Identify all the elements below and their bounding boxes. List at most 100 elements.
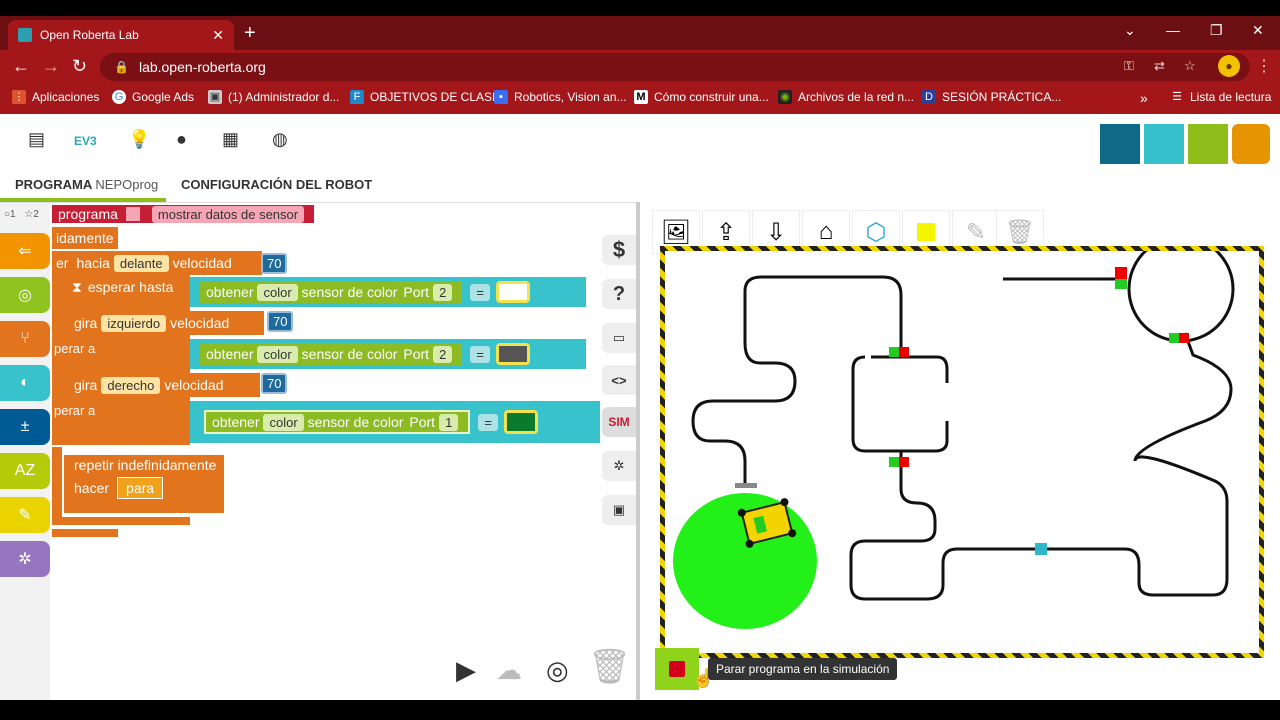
break-block[interactable]: para [117, 477, 164, 499]
compare-block-3[interactable]: obtener color sensor de color Port 1 = [190, 401, 600, 443]
forever-block[interactable]: idamente [52, 227, 118, 249]
robot-tool[interactable]: ▣ [602, 495, 636, 525]
globe-icon[interactable]: ◍ [272, 129, 288, 150]
tab-configuracion[interactable]: CONFIGURACIÓN DEL ROBOT [181, 177, 372, 192]
star-icon[interactable]: ☆ [1184, 58, 1196, 74]
colour-gray-chip[interactable] [495, 343, 530, 365]
document-icon[interactable]: ▤ [28, 129, 45, 150]
debug-tool[interactable]: ✲ [602, 451, 636, 481]
colour-green-chip[interactable] [503, 410, 538, 434]
port-dropdown[interactable]: 2 [433, 345, 453, 363]
turn-left-block[interactable]: gira izquierdo velocidad [64, 311, 264, 335]
code-tool[interactable]: <> [602, 365, 636, 395]
tab-programa[interactable]: PROGRAMA NEPOprog [15, 177, 158, 192]
turn-direction-dropdown[interactable]: izquierdo [101, 314, 167, 332]
compare-block-2[interactable]: obtener color sensor de color Port 2 = [190, 339, 586, 369]
sim-label: SIM [608, 415, 630, 429]
bookmarks-overflow[interactable]: » [1140, 90, 1148, 106]
drive-block[interactable]: er hacia delante velocidad [52, 251, 262, 275]
speed-value[interactable]: 70 [258, 253, 290, 274]
variables-tool[interactable]: $ [602, 235, 636, 265]
turn-speed-value-2[interactable]: 70 [258, 373, 290, 394]
bookmark-apps[interactable]: ⋮ Aplicaciones [12, 90, 99, 104]
compare-block-1[interactable]: obtener color sensor de color Port 2 = [190, 277, 586, 307]
run-icon[interactable]: ▶ [456, 655, 476, 686]
sim-tool[interactable]: SIM [602, 407, 636, 437]
port-dropdown[interactable]: 2 [433, 283, 453, 301]
back-icon[interactable]: ← [12, 56, 30, 77]
speed-number[interactable]: 70 [261, 373, 288, 394]
action-icon: ⇐ [18, 243, 32, 260]
bookmark-google-ads[interactable]: G Google Ads [112, 90, 194, 104]
user-icon[interactable]: ● [176, 129, 187, 150]
ev3-button[interactable]: EV3 [74, 134, 97, 148]
toolbox-counter-right: ☆2 [24, 209, 39, 220]
colour-white-chip[interactable] [495, 281, 530, 303]
operator-dropdown[interactable]: = [470, 345, 490, 363]
wait-until-block[interactable]: ⧗ esperar hasta [52, 275, 190, 445]
close-window-icon[interactable]: ✕ [1252, 22, 1264, 39]
block-label: gira [74, 315, 98, 331]
category-action[interactable]: ⇐ [0, 233, 50, 269]
sensor-mode-dropdown[interactable]: color [257, 283, 298, 301]
bookmark-nvidia[interactable]: ◉ Archivos de la red n... [778, 90, 914, 104]
address-bar[interactable]: 🔒 lab.open-roberta.org [100, 53, 1250, 81]
new-tab-icon[interactable]: + [244, 23, 256, 43]
close-tab-icon[interactable]: ✕ [212, 27, 224, 44]
bookmark-sesion[interactable]: D SESIÓN PRÁCTICA... [922, 90, 1061, 104]
tab-programa-label: PROGRAMA [15, 177, 92, 192]
get-sensor-block-2[interactable]: obtener color sensor de color Port 2 [200, 343, 463, 365]
bookmark-label: Cómo construir una... [654, 90, 769, 104]
bookmark-objetivos[interactable]: F OBJETIVOS DE CLASE [350, 90, 500, 104]
sensor-mode-dropdown[interactable]: color [257, 345, 298, 363]
category-math[interactable]: ± [0, 409, 50, 445]
turn-speed-value[interactable]: 70 [264, 311, 296, 332]
marker-green [1115, 279, 1127, 289]
key-icon[interactable]: ⚿ [1124, 58, 1134, 74]
program-start-block[interactable]: programa mostrar datos de sensor [52, 205, 315, 223]
turn-direction-dropdown[interactable]: derecho [101, 376, 161, 394]
forward-icon[interactable]: → [42, 56, 60, 77]
operator-dropdown[interactable]: = [478, 413, 498, 431]
speed-number[interactable]: 70 [261, 253, 288, 274]
port-dropdown[interactable]: 1 [439, 413, 459, 431]
reading-list[interactable]: ☰ Lista de lectura [1170, 90, 1271, 104]
lock-icon[interactable]: 🔒 [114, 60, 129, 74]
lightbulb-icon[interactable]: 💡 [128, 129, 150, 150]
bookmark-medium[interactable]: M Cómo construir una... [634, 90, 769, 104]
category-colour[interactable]: ✎ [0, 497, 50, 533]
bookmark-admin[interactable]: ▣ (1) Administrador d... [208, 90, 339, 104]
zoom-icon[interactable]: ◎ [546, 655, 569, 686]
category-sensors[interactable]: ◎ [0, 277, 50, 313]
bookmark-robotics[interactable]: ▪ Robotics, Vision an... [494, 90, 627, 104]
category-logic[interactable]: ◐ [0, 365, 50, 401]
reload-icon[interactable]: ↻ [72, 56, 87, 77]
menu-icon[interactable]: ⋮ [1256, 56, 1272, 76]
restore-icon[interactable]: ❐ [1210, 22, 1223, 39]
tab-search-icon[interactable]: ⌄ [1124, 22, 1136, 39]
help-tool[interactable]: ? [602, 279, 636, 309]
category-control[interactable]: ⑂ [0, 321, 50, 357]
upload-cloud-icon[interactable]: ☁ [496, 655, 522, 686]
comment-tool[interactable]: ▭ [602, 323, 636, 353]
browser-tab[interactable]: Open Roberta Lab ✕ [8, 20, 234, 50]
turn-right-block[interactable]: gira derecho velocidad [64, 373, 260, 397]
simulation-stage[interactable] [660, 235, 1264, 658]
minimize-icon[interactable]: — [1166, 22, 1180, 38]
workspace-trash-icon[interactable]: 🗑 [588, 647, 631, 687]
category-variables[interactable]: ✲ [0, 541, 50, 577]
operator-dropdown[interactable]: = [470, 283, 490, 301]
get-sensor-block-1[interactable]: obtener color sensor de color Port 2 [200, 281, 463, 303]
grid-icon[interactable]: ▦ [222, 129, 239, 150]
profile-avatar[interactable]: ● [1218, 55, 1240, 77]
repeat-forever-block[interactable]: repetir indefinidamente hacer para [64, 455, 224, 505]
marker-red [899, 347, 909, 357]
blockly-workspace[interactable]: ○1 ☆2 ⇐ ◎ ⑂ ◐ ± AZ ✎ ✲ programa mostrar … [0, 202, 636, 703]
sensor-mode-dropdown[interactable]: color [263, 413, 304, 431]
category-text[interactable]: AZ [0, 453, 50, 489]
direction-dropdown[interactable]: delante [113, 254, 169, 272]
get-sensor-block-3[interactable]: obtener color sensor de color Port 1 [204, 410, 471, 434]
checkbox-icon[interactable] [125, 207, 140, 221]
translate-icon[interactable]: ⇄ [1154, 58, 1165, 74]
speed-number[interactable]: 70 [267, 311, 294, 332]
